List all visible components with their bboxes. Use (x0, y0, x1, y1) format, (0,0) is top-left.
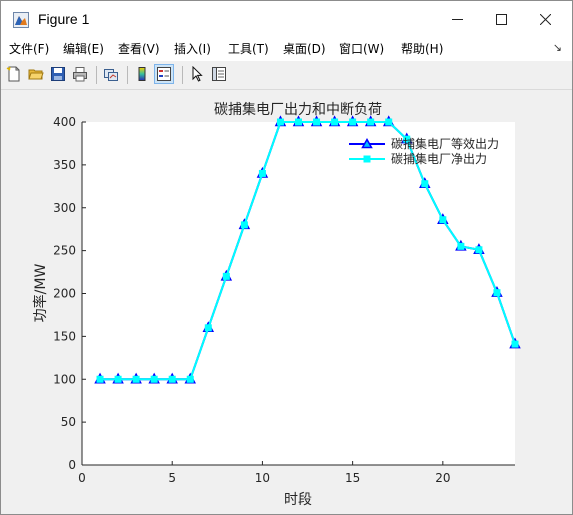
data-point-series-2 (421, 180, 429, 188)
chart-title: 碳捕集电厂出力和中断负荷 (214, 101, 382, 118)
data-point-series-2 (349, 118, 357, 126)
menu-tools[interactable]: 工具(T) (228, 40, 269, 57)
data-point-series-2 (295, 118, 302, 126)
data-point-series-2 (331, 118, 339, 126)
data-point-series-2 (439, 216, 447, 224)
data-point-series-2 (457, 242, 465, 250)
y-tick-label: 150 (53, 329, 76, 343)
title-bar[interactable]: Figure 1 (1, 1, 572, 37)
toolbar-separator (96, 66, 97, 84)
link-plot-icon[interactable] (101, 64, 121, 84)
y-tick-label: 400 (53, 115, 76, 129)
data-point-series-2 (240, 221, 248, 229)
open-file-icon[interactable] (26, 64, 46, 84)
window-title: Figure 1 (38, 11, 90, 27)
menu-edit[interactable]: 编辑(E) (63, 40, 104, 57)
figure-window: Figure 1 文件(F) 编辑(E) 查看(V) 插入(I) 工具(T) 桌… (0, 0, 573, 515)
legend-marker-square (363, 155, 371, 163)
x-tick-label: 5 (168, 471, 176, 485)
menu-bar: 文件(F) 编辑(E) 查看(V) 插入(I) 工具(T) 桌面(D) 窗口(W… (1, 37, 572, 61)
x-tick-label: 0 (78, 471, 86, 485)
menu-file[interactable]: 文件(F) (9, 40, 49, 57)
data-point-series-2 (186, 375, 194, 383)
y-tick-label: 200 (53, 287, 76, 301)
print-icon[interactable] (70, 64, 90, 84)
y-tick-label: 100 (53, 372, 76, 386)
close-icon (539, 13, 551, 25)
toolbar-separator (127, 66, 128, 84)
maximize-icon (495, 13, 507, 25)
data-point-series-2 (493, 289, 501, 297)
menu-help[interactable]: 帮助(H) (401, 40, 443, 57)
insert-legend-icon[interactable] (154, 64, 174, 84)
menu-insert[interactable]: 插入(I) (174, 40, 211, 57)
menu-view[interactable]: 查看(V) (118, 40, 160, 57)
close-button[interactable] (522, 1, 568, 37)
x-tick-label: 15 (345, 471, 360, 485)
data-point-series-2 (150, 375, 158, 383)
data-point-series-2 (168, 375, 176, 383)
x-tick-label: 20 (435, 471, 450, 485)
y-tick-label: 350 (53, 158, 76, 172)
edit-plot-icon[interactable] (187, 64, 207, 84)
minimize-button[interactable] (434, 1, 480, 37)
data-point-series-2 (367, 118, 375, 126)
maximize-button[interactable] (478, 1, 524, 37)
data-point-series-2 (511, 340, 519, 348)
figure-canvas: 0 5 10 15 20 0 50 100 150 200 250 300 350 400 碳捕集电厂出力… (9, 91, 565, 508)
data-point-series-2 (258, 169, 266, 177)
data-point-series-2 (96, 375, 104, 383)
x-tick-label: 10 (255, 471, 270, 485)
save-icon[interactable] (48, 64, 68, 84)
legend-label-series-1: 碳捕集电厂等效出力 (391, 136, 499, 151)
y-tick-label: 50 (61, 415, 76, 429)
data-point-series-2 (114, 375, 122, 383)
y-tick-label: 250 (53, 244, 76, 258)
menu-window[interactable]: 窗口(W) (339, 40, 384, 57)
x-axis-label: 时段 (284, 492, 312, 508)
y-tick-label: 300 (53, 201, 76, 215)
menu-desktop[interactable]: 桌面(D) (283, 40, 326, 57)
insert-colorbar-icon[interactable] (132, 64, 152, 84)
minimize-icon (451, 18, 463, 20)
chart: 0 5 10 15 20050100150200250300350400 碳捕集电厂出力… (32, 101, 521, 508)
toolbar (1, 61, 572, 90)
matlab-figure-icon (13, 12, 29, 28)
property-inspector-icon[interactable] (209, 64, 229, 84)
plot-area (82, 122, 515, 465)
new-figure-icon[interactable] (4, 64, 24, 84)
data-point-series-2 (132, 375, 140, 383)
legend-label-series-2: 碳捕集电厂净出力 (391, 151, 487, 166)
data-point-series-2 (222, 272, 230, 280)
data-point-series-2 (475, 246, 483, 254)
y-tick-label: 0 (68, 458, 76, 472)
data-point-series-2 (276, 118, 284, 126)
toolbar-separator (182, 66, 183, 84)
data-point-series-2 (204, 324, 212, 332)
data-point-series-2 (313, 118, 321, 126)
menu-overflow-icon[interactable]: ↘ (553, 41, 562, 54)
data-point-series-2 (385, 118, 393, 126)
y-axis-label: 功率/MW (32, 264, 49, 323)
